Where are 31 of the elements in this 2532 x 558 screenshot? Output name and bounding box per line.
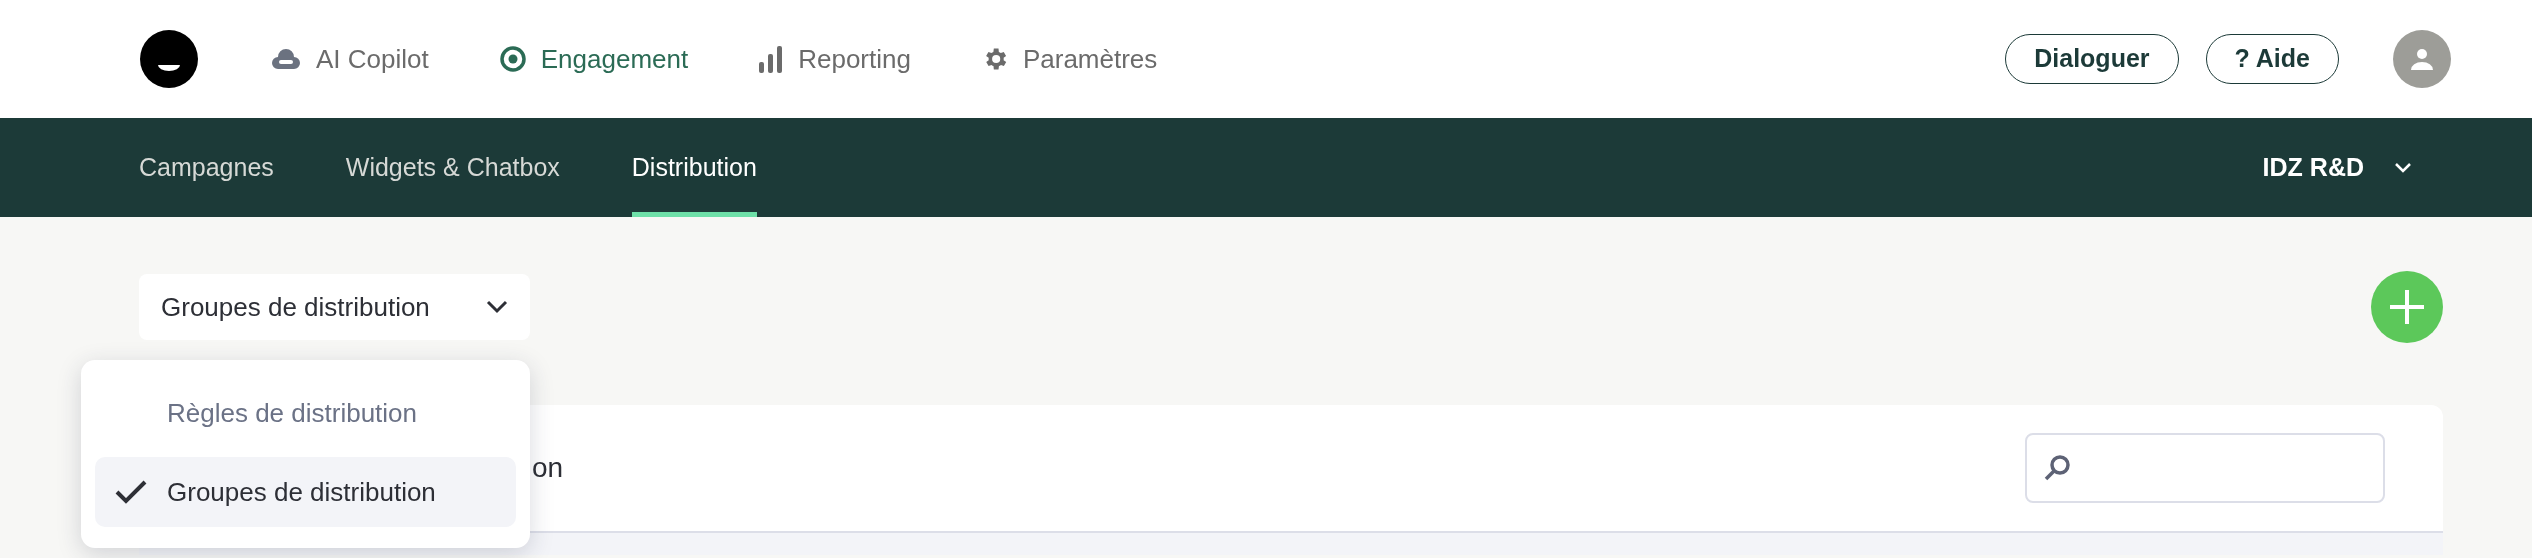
- nav-link[interactable]: Paramètres: [980, 39, 1158, 79]
- nav-link[interactable]: Engagement: [498, 39, 689, 79]
- dropdown-option[interactable]: Règles de distribution: [95, 378, 516, 448]
- view-dropdown[interactable]: Groupes de distribution: [139, 274, 530, 340]
- dropdown-option[interactable]: Groupes de distribution: [95, 457, 516, 527]
- search-icon: [2043, 454, 2071, 482]
- chevron-down-icon: [486, 300, 508, 314]
- nav-label: Reporting: [798, 42, 911, 76]
- nav-link[interactable]: AI Copilot: [270, 39, 429, 79]
- header-button[interactable]: Dialoguer: [2005, 34, 2179, 84]
- option-label: Règles de distribution: [167, 396, 418, 430]
- target-icon: [498, 45, 527, 73]
- nav-label: AI Copilot: [316, 42, 429, 76]
- bar-chart-icon: [758, 44, 785, 74]
- sub-tab[interactable]: Campagnes: [139, 118, 274, 217]
- card-title: on: [532, 451, 564, 485]
- option-label: Groupes de distribution: [167, 475, 436, 509]
- nav-label: Paramètres: [1022, 42, 1158, 76]
- sub-tab[interactable]: Distribution: [631, 118, 757, 217]
- user-icon: [2410, 47, 2434, 71]
- account-selector[interactable]: IDZ R&D: [2262, 148, 2412, 187]
- avatar[interactable]: [2393, 30, 2451, 88]
- nav-label: Engagement: [540, 42, 689, 76]
- chevron-down-icon: [2394, 161, 2412, 174]
- search-field[interactable]: [2025, 433, 2385, 503]
- nav-link[interactable]: Reporting: [758, 39, 911, 79]
- logo: [140, 30, 198, 88]
- sub-tab[interactable]: Widgets & Chatbox: [345, 118, 560, 217]
- cloud-icon: [270, 47, 302, 71]
- plus-icon: [2387, 287, 2427, 327]
- checkmark-icon: [115, 479, 147, 505]
